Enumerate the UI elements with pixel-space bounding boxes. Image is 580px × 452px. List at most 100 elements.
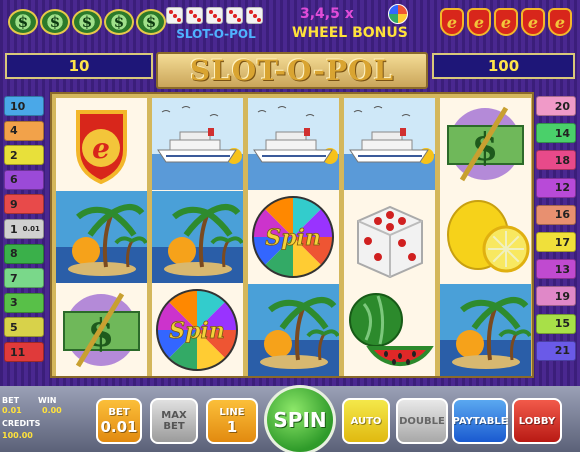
dice-icon <box>206 7 223 24</box>
reel-5: $ <box>440 98 531 376</box>
dice-icon <box>246 7 263 24</box>
line-tab-label: 19 <box>554 289 570 303</box>
right-display: 100 <box>432 53 575 79</box>
paytable-button[interactable]: PAYTABLE <box>452 398 508 444</box>
auto-button[interactable]: AUTO <box>342 398 390 444</box>
line-tab-label: 11 <box>10 345 26 359</box>
line-tab-label: 20 <box>554 99 570 113</box>
win-info-label: WIN <box>38 396 57 405</box>
line-tab-15[interactable]: 15 <box>536 313 576 334</box>
line-tab-label: 13 <box>554 262 570 276</box>
line-tab-label: 2 <box>10 148 18 162</box>
dice-row <box>166 7 263 24</box>
bet-button[interactable]: BET 0.01 <box>96 398 142 444</box>
dollar-coin-icon: $ <box>72 9 102 35</box>
dice-icon <box>186 7 203 24</box>
top-banner: $ $ $ $ $ SLOT-O-POL 3,4,5 x WHEEL BONUS… <box>0 0 580 50</box>
line-tab-4[interactable]: 4 <box>4 120 44 141</box>
line-tab-6[interactable]: 6 <box>4 169 44 190</box>
symbol-spin-wheel: Spin <box>248 191 339 283</box>
symbol-spin-wheel: Spin <box>152 284 243 376</box>
game-title: SLOT-O-POL <box>189 54 395 87</box>
dollar-coin-icon: $ <box>8 9 38 35</box>
bet-info-label: BET <box>2 396 20 405</box>
reel-4 <box>344 98 435 376</box>
slot-o-pol-small-label: SLOT-O-POL <box>176 27 256 41</box>
title-plate: SLOT-O-POL <box>156 52 428 89</box>
line-tab-label: 9 <box>10 197 18 211</box>
line-tab-label: 3 <box>10 296 18 310</box>
line-tab-10[interactable]: 10 <box>4 96 44 116</box>
line-tab-label: 17 <box>554 235 570 249</box>
line-tab-12[interactable]: 12 <box>536 177 576 198</box>
line-tab-3[interactable]: 3 <box>4 292 44 313</box>
dollar-coin-icon: $ <box>40 9 70 35</box>
line-tab-16[interactable]: 16 <box>536 204 576 225</box>
line-tab-21[interactable]: 21 <box>536 340 576 361</box>
line-tab-17[interactable]: 17 <box>536 232 576 252</box>
line-tab-19[interactable]: 19 <box>536 286 576 307</box>
line-tab-label: 1 <box>10 222 18 236</box>
dollar-coin-icon: $ <box>136 9 166 35</box>
line-tab-9[interactable]: 9 <box>4 194 44 215</box>
e-shield-icon: e <box>548 8 572 36</box>
line-tab-label: 4 <box>10 124 18 138</box>
auto-button-label: AUTO <box>350 415 382 427</box>
line-tab-1[interactable]: 1 0.01 <box>4 219 44 239</box>
symbol-watermelon <box>344 284 435 376</box>
line-tab-7[interactable]: 7 <box>4 268 44 289</box>
dice-icon <box>226 7 243 24</box>
win-info-value: 0.00 <box>42 406 62 415</box>
symbol-palm-island <box>152 191 243 283</box>
symbol-palm-island <box>440 284 531 376</box>
symbol-dice <box>344 191 435 283</box>
dollar-coin-icon: $ <box>104 9 134 35</box>
max-bet-button[interactable]: MAX BET <box>150 398 198 444</box>
e-shield-icon: e <box>521 8 545 36</box>
line-tab-label: 7 <box>10 271 18 285</box>
line-tab-2[interactable]: 2 <box>4 145 44 166</box>
double-button-label: DOUBLE <box>399 415 445 427</box>
line-tab-11[interactable]: 11 <box>4 342 44 362</box>
line-tab-20[interactable]: 20 <box>536 96 576 116</box>
dice-icon <box>166 7 183 24</box>
max-bet-line2: BET <box>163 421 185 432</box>
line-tab-5[interactable]: 5 <box>4 317 44 338</box>
line-tab-18[interactable]: 18 <box>536 150 576 171</box>
reel-frame: e$SpinSpin$ <box>50 92 534 378</box>
line-tab-label: 5 <box>10 320 18 334</box>
svg-text:Spin: Spin <box>265 225 321 251</box>
line-tab-label: 21 <box>554 344 570 358</box>
e-shield-icon: e <box>494 8 518 36</box>
svg-text:e: e <box>92 132 110 165</box>
symbol-lemon <box>440 191 531 283</box>
spin-button[interactable]: SPIN <box>264 385 336 452</box>
wheel-bonus-label: WHEEL BONUS <box>292 25 408 41</box>
e-shield-icon: e <box>440 8 464 36</box>
lobby-button-label: LOBBY <box>518 415 556 427</box>
reel-3: Spin <box>248 98 339 376</box>
lobby-button[interactable]: LOBBY <box>512 398 562 444</box>
bet-button-label: BET <box>108 406 130 418</box>
symbol-palm-island <box>248 284 339 376</box>
double-button[interactable]: DOUBLE <box>396 398 448 444</box>
line-button-value: 1 <box>226 417 238 436</box>
symbol-cruise-ship <box>248 98 339 190</box>
symbol-dollar-bill: $ <box>440 98 531 190</box>
line-tab-label: 16 <box>554 208 570 222</box>
line-tab-14[interactable]: 14 <box>536 123 576 144</box>
symbol-e-shield: e <box>56 98 147 190</box>
line-tab-label: 12 <box>554 181 570 195</box>
wheel-multipliers-label: 3,4,5 x <box>300 6 354 22</box>
line-tab-label: 15 <box>554 317 570 331</box>
reel-1: e$ <box>56 98 147 376</box>
bet-info-value: 0.01 <box>2 406 22 415</box>
line-button[interactable]: LINE 1 <box>206 398 258 444</box>
credits-label: CREDITS <box>2 419 41 428</box>
max-bet-line1: MAX <box>161 410 187 421</box>
dollar-symbol-row: $ $ $ $ $ <box>8 9 166 35</box>
line-tab-13[interactable]: 13 <box>536 259 576 280</box>
line-tab-8[interactable]: 8 <box>4 243 44 264</box>
paytable-button-label: PAYTABLE <box>452 415 508 427</box>
wheel-icon <box>388 4 408 24</box>
